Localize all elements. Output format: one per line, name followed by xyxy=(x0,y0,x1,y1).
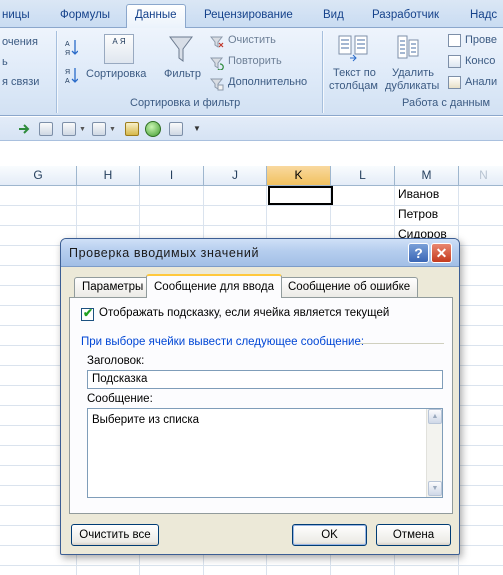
tab-addins-partial[interactable]: Надс xyxy=(462,6,503,28)
column-header-l[interactable]: L xyxy=(331,166,395,186)
advanced-filter-icon[interactable] xyxy=(209,77,224,91)
dialog-titlebar[interactable]: Проверка вводимых значений ? ✕ xyxy=(61,239,459,267)
toolbar-form-icon[interactable] xyxy=(39,122,53,136)
connections-partial-1[interactable]: очения xyxy=(2,36,38,48)
sort-icon-letters: А Я xyxy=(112,37,126,46)
help-button[interactable]: ? xyxy=(408,243,429,263)
data-validation-icon[interactable] xyxy=(448,34,461,47)
connections-partial-2[interactable]: ь xyxy=(2,56,8,68)
tab-parameters[interactable]: Параметры xyxy=(74,277,152,297)
svg-text:А: А xyxy=(65,41,70,48)
customize-toolbar-icon[interactable]: ▼ xyxy=(193,124,201,133)
sort-dialog-icon[interactable]: А Я xyxy=(104,34,134,64)
dropdown-arrow-icon[interactable]: ▼ xyxy=(109,126,116,133)
reapply-filter-icon[interactable] xyxy=(209,56,224,71)
tab-view[interactable]: Вид xyxy=(315,6,352,28)
toolbar-doc2-icon[interactable] xyxy=(92,122,106,136)
consolidate-button[interactable]: Консо xyxy=(465,55,495,67)
consolidate-icon[interactable] xyxy=(448,55,461,68)
toolbar-green-circle-icon[interactable] xyxy=(145,121,161,137)
sort-filter-group-caption: Сортировка и фильтр xyxy=(130,97,241,109)
title-input[interactable]: Подсказка xyxy=(87,370,443,389)
grid-line xyxy=(0,565,503,566)
text-to-columns-label-2[interactable]: столбцам xyxy=(329,80,378,92)
tab-data[interactable]: Данные xyxy=(126,4,186,29)
column-header-k[interactable]: K xyxy=(267,166,331,186)
toolbar-doc-icon[interactable] xyxy=(62,122,76,136)
message-input[interactable]: Выберите из списка ▲ ▼ xyxy=(87,408,443,498)
what-if-analysis-button[interactable]: Анали xyxy=(465,76,497,88)
message-scrollbar[interactable]: ▲ ▼ xyxy=(426,409,442,497)
filter-button[interactable]: Фильтр xyxy=(164,68,201,80)
quick-access-toolbar: ▼ ▼ ▼ xyxy=(0,117,503,141)
ribbon-tabbar: ницы Формулы Данные Рецензирование Вид Р… xyxy=(0,0,503,29)
close-button[interactable]: ✕ xyxy=(431,243,452,263)
tab-developer[interactable]: Разработчик xyxy=(364,6,447,28)
svg-text:Я: Я xyxy=(65,50,70,56)
svg-text:А: А xyxy=(65,78,70,84)
sort-az-icon[interactable]: АЯ xyxy=(64,38,79,57)
reapply-button[interactable]: Повторить xyxy=(228,55,282,67)
ribbon: очения ь я связи АЯ ЯА А Я Сортировка Фи… xyxy=(0,28,503,116)
advanced-button[interactable]: Дополнительно xyxy=(228,76,307,88)
clear-button[interactable]: Очистить xyxy=(228,34,276,46)
title-field-label: Заголовок: xyxy=(87,355,145,367)
help-icon: ? xyxy=(414,245,423,261)
column-header-n[interactable]: N xyxy=(459,166,503,186)
close-icon: ✕ xyxy=(435,245,448,261)
message-field-label: Сообщение: xyxy=(87,393,153,405)
toolbar-yellow-icon[interactable] xyxy=(125,122,139,136)
grid-line xyxy=(0,225,503,226)
svg-text:Я: Я xyxy=(65,69,70,76)
column-header-h[interactable]: H xyxy=(77,166,140,186)
grid-line xyxy=(0,205,503,206)
dropdown-arrow-icon[interactable]: ▼ xyxy=(79,126,86,133)
column-header-j[interactable]: J xyxy=(204,166,267,186)
clear-all-button[interactable]: Очистить все xyxy=(71,524,159,546)
group-separator xyxy=(56,31,57,113)
tab-review[interactable]: Рецензирование xyxy=(196,6,301,28)
connections-partial-3[interactable]: я связи xyxy=(2,76,39,88)
data-validation-button[interactable]: Прове xyxy=(465,34,497,46)
clear-filter-icon[interactable] xyxy=(209,35,224,49)
show-input-message-checkbox[interactable]: ✔ xyxy=(81,306,94,321)
data-validation-dialog: Проверка вводимых значений ? ✕ Параметры… xyxy=(60,238,460,555)
group-separator xyxy=(322,31,323,113)
section-divider xyxy=(358,343,444,344)
sort-button[interactable]: Сортировка xyxy=(86,68,146,80)
ok-button[interactable]: OK xyxy=(292,524,367,546)
show-input-message-label[interactable]: Отображать подсказку, если ячейка являет… xyxy=(99,307,389,319)
tab-error-alert[interactable]: Сообщение об ошибке xyxy=(280,277,419,297)
tab-input-message[interactable]: Сообщение для ввода xyxy=(146,274,282,298)
toolbar-grid-icon[interactable] xyxy=(169,122,183,136)
text-to-columns-icon[interactable] xyxy=(338,34,368,62)
remove-duplicates-label-1[interactable]: Удалить xyxy=(392,67,434,79)
remove-duplicates-icon[interactable] xyxy=(396,34,420,62)
what-if-analysis-icon[interactable] xyxy=(448,76,461,89)
message-text: Выберите из списка xyxy=(92,414,200,426)
cancel-button[interactable]: Отмена xyxy=(376,524,451,546)
section-label: При выборе ячейки вывести следующее сооб… xyxy=(81,336,365,348)
cell-m-2[interactable]: Петров xyxy=(398,207,438,221)
filter-funnel-icon[interactable] xyxy=(168,34,194,64)
tab-pages-partial[interactable]: ницы xyxy=(0,6,38,28)
input-message-panel: ✔ Отображать подсказку, если ячейка явля… xyxy=(69,297,453,514)
checkmark-icon: ✔ xyxy=(83,306,94,320)
text-to-columns-label-1[interactable]: Текст по xyxy=(333,67,376,79)
data-tools-group-caption: Работа с данным xyxy=(402,97,491,109)
scroll-up-icon[interactable]: ▲ xyxy=(428,409,442,424)
sort-za-icon[interactable]: ЯА xyxy=(64,66,79,85)
scroll-down-icon[interactable]: ▼ xyxy=(428,481,442,496)
selected-cell[interactable] xyxy=(268,186,333,205)
remove-duplicates-label-2[interactable]: дубликаты xyxy=(385,80,439,92)
tab-formulas[interactable]: Формулы xyxy=(52,6,118,28)
column-header-i[interactable]: I xyxy=(140,166,204,186)
column-header-m[interactable]: M xyxy=(395,166,459,186)
dialog-title: Проверка вводимых значений xyxy=(69,246,260,260)
cell-m-1[interactable]: Иванов xyxy=(398,187,439,201)
column-header-g[interactable]: G xyxy=(0,166,77,186)
arrow-right-icon[interactable] xyxy=(18,122,30,136)
